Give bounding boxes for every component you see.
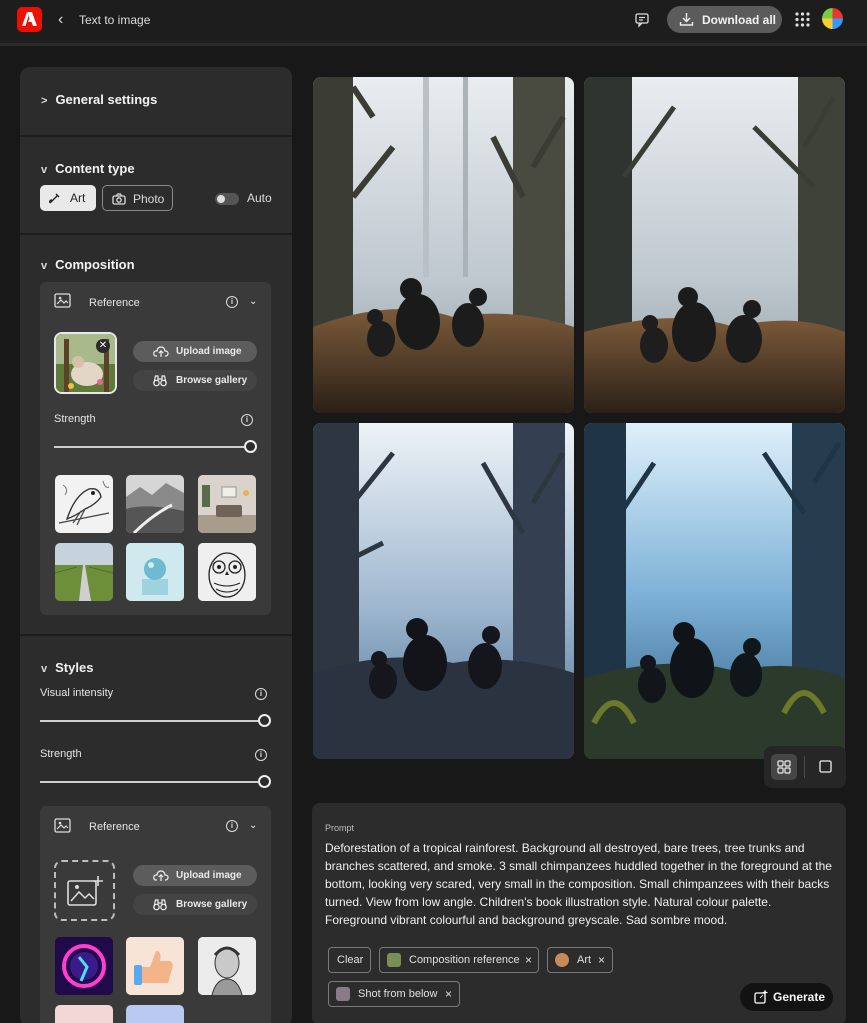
- settings-sidebar: > General settings v Content type Art Phot…: [20, 67, 292, 1023]
- top-bar: ‹ Text to image Download all: [0, 0, 867, 46]
- image-reference-icon: [54, 818, 71, 833]
- style-strength-slider[interactable]: [40, 781, 258, 783]
- chevron-down-icon: v: [41, 260, 48, 272]
- thumbnail-style-partial[interactable]: [126, 1005, 184, 1023]
- shot-from-below-thumbnail: [336, 987, 350, 1001]
- auto-label: Auto: [247, 191, 272, 205]
- styles-header[interactable]: v Styles: [41, 660, 93, 675]
- thumbnail-owl-line-art[interactable]: [198, 543, 256, 601]
- view-mode-toggle: [764, 746, 846, 788]
- visual-intensity-slider[interactable]: [40, 720, 258, 722]
- style-image-drop-zone[interactable]: [54, 860, 115, 921]
- close-icon[interactable]: ×: [525, 953, 532, 967]
- download-all-button[interactable]: Download all: [667, 6, 782, 33]
- divider: [20, 634, 292, 636]
- thumbnail-blue-jay-sketch[interactable]: [55, 475, 113, 533]
- single-view-button[interactable]: [813, 754, 839, 780]
- grid-view-icon: [777, 760, 791, 774]
- thumbnail-classical-portrait-sketch[interactable]: [198, 937, 256, 995]
- feedback-chat-icon[interactable]: [634, 12, 650, 33]
- binoculars-icon: [153, 899, 167, 911]
- info-icon[interactable]: i: [226, 296, 238, 308]
- download-icon: [679, 13, 694, 26]
- browse-gallery-button[interactable]: Browse gallery: [133, 894, 257, 915]
- strength-label: Strength: [54, 413, 96, 425]
- slider-handle[interactable]: [258, 775, 271, 788]
- thumbnail-style-partial[interactable]: [198, 1005, 256, 1023]
- grid-view-button[interactable]: [771, 754, 797, 780]
- style-reference-panel: Reference i ⌄ Upload image Browse galler…: [40, 806, 271, 1023]
- prompt-panel: Prompt Deforestation of a tropical rainf…: [312, 803, 846, 1023]
- style-strength-label: Strength: [40, 748, 82, 760]
- chevron-down-icon: v: [41, 663, 48, 675]
- remove-reference-close-icon[interactable]: ✕: [96, 339, 110, 353]
- binoculars-icon: [153, 375, 167, 387]
- divider: [20, 135, 292, 137]
- info-icon[interactable]: i: [255, 749, 267, 761]
- download-all-label: Download all: [702, 13, 777, 27]
- upload-image-button[interactable]: Upload image: [133, 341, 257, 362]
- single-view-icon: [819, 760, 832, 773]
- generate-sparkle-icon: [754, 990, 768, 1004]
- composition-reference-chip[interactable]: Composition reference ×: [379, 947, 539, 973]
- slider-handle[interactable]: [244, 440, 257, 453]
- close-icon[interactable]: ×: [598, 953, 605, 967]
- generated-image-2[interactable]: [584, 77, 845, 413]
- adobe-logo[interactable]: [17, 7, 42, 32]
- thumbnail-thumbs-up-3d[interactable]: [126, 937, 184, 995]
- prompt-label: Prompt: [325, 823, 355, 833]
- photo-content-button[interactable]: Photo: [102, 185, 173, 211]
- brush-icon: [49, 193, 60, 204]
- page-title: Text to image: [79, 13, 151, 27]
- thumbnail-living-room-interior[interactable]: [198, 475, 256, 533]
- thumbnail-neon-figure[interactable]: [55, 937, 113, 995]
- composition-reference-panel: Reference i ⌄ ✕ Upload image Browse gall…: [40, 282, 271, 615]
- chevron-down-icon[interactable]: ⌄: [249, 820, 257, 831]
- art-chip[interactable]: Art ×: [547, 947, 613, 973]
- reference-label: Reference: [89, 821, 140, 833]
- composition-reference-thumbnail: [387, 953, 401, 967]
- prompt-input[interactable]: Deforestation of a tropical rainforest. …: [325, 839, 835, 929]
- thumbnail-desert-road-landscape[interactable]: [126, 475, 184, 533]
- thumbnail-green-field-road[interactable]: [55, 543, 113, 601]
- info-icon[interactable]: i: [241, 414, 253, 426]
- avatar[interactable]: [822, 8, 843, 29]
- close-icon[interactable]: ×: [445, 987, 452, 1001]
- browse-gallery-button[interactable]: Browse gallery: [133, 370, 257, 391]
- thumbnail-style-partial[interactable]: [55, 1005, 113, 1023]
- divider: [20, 233, 292, 235]
- general-settings-header[interactable]: > General settings: [41, 92, 157, 107]
- generated-image-1[interactable]: [313, 77, 574, 413]
- art-style-thumbnail: [555, 953, 569, 967]
- composition-strength-slider[interactable]: [54, 446, 244, 448]
- thumbnail-sphere-on-block[interactable]: [126, 543, 184, 601]
- image-reference-icon: [54, 293, 71, 308]
- chevron-down-icon: v: [41, 164, 48, 176]
- generate-button[interactable]: Generate: [740, 983, 833, 1011]
- info-icon[interactable]: i: [226, 820, 238, 832]
- clear-button[interactable]: Clear: [328, 947, 371, 973]
- visual-intensity-label: Visual intensity: [40, 687, 114, 699]
- cloud-upload-icon: [153, 346, 169, 357]
- add-image-icon: [67, 876, 103, 906]
- content-type-header[interactable]: v Content type: [41, 161, 135, 176]
- shot-from-below-chip[interactable]: Shot from below ×: [328, 981, 460, 1007]
- divider: [804, 756, 805, 778]
- chevron-down-icon[interactable]: ⌄: [249, 296, 257, 307]
- chevron-right-icon: >: [41, 95, 48, 107]
- composition-header[interactable]: v Composition: [41, 257, 135, 272]
- camera-icon: [112, 193, 126, 205]
- auto-toggle[interactable]: [215, 193, 239, 205]
- back-chevron-icon[interactable]: ‹: [58, 11, 63, 29]
- slider-handle[interactable]: [258, 714, 271, 727]
- generated-image-4[interactable]: [584, 423, 845, 759]
- reference-label: Reference: [89, 297, 140, 309]
- art-content-button[interactable]: Art: [40, 185, 96, 211]
- generated-image-3[interactable]: [313, 423, 574, 759]
- upload-image-button[interactable]: Upload image: [133, 865, 257, 886]
- app-grid-icon[interactable]: [795, 12, 810, 32]
- info-icon[interactable]: i: [255, 688, 267, 700]
- cloud-upload-icon: [153, 870, 169, 881]
